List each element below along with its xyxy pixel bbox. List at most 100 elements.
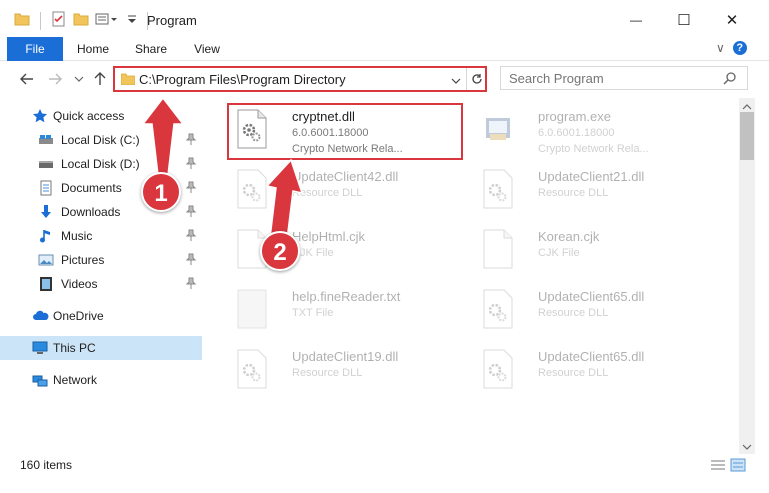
item-count: 160 items: [20, 458, 73, 472]
view-toggles: [710, 458, 746, 475]
file-item[interactable]: UpdateClient19.dll Resource DLL: [228, 342, 468, 398]
annotation-badge-1: 1: [141, 172, 181, 212]
file-description: Crypto Network Rela...: [538, 143, 649, 155]
sidebar-item-videos[interactable]: Videos: [0, 272, 202, 296]
sidebar-item-network[interactable]: Network: [0, 368, 202, 392]
sidebar-item-onedrive[interactable]: OneDrive: [0, 304, 202, 328]
file-name: UpdateClient42.dll: [292, 169, 399, 184]
file-icon: [480, 228, 516, 270]
star-icon: [32, 108, 48, 124]
dll-gear-icon: [234, 348, 270, 390]
downloads-icon: [38, 204, 54, 220]
annotation-badge-2: 2: [260, 231, 300, 271]
tab-home[interactable]: Home: [68, 37, 118, 61]
search-input[interactable]: [509, 70, 709, 86]
sidebar-item-label: Quick access: [53, 109, 125, 123]
up-arrow-icon: [94, 72, 106, 85]
sidebar-item-label: Downloads: [61, 205, 121, 219]
sidebar-item-local-disk-c[interactable]: Local Disk (C:): [0, 128, 202, 152]
sidebar-item-label: OneDrive: [53, 309, 104, 323]
file-type: Resource DLL: [538, 367, 609, 379]
help-icon[interactable]: ?: [732, 41, 747, 55]
file-name: UpdateClient21.dll: [538, 169, 645, 184]
scroll-down-icon[interactable]: [742, 440, 752, 454]
file-version: 6.0.6001.18000: [538, 127, 615, 139]
large-icons-view-icon[interactable]: [730, 458, 746, 475]
file-item[interactable]: UpdateClient65.dll Resource DLL: [474, 342, 714, 398]
refresh-button[interactable]: [466, 68, 486, 90]
dll-gear-icon: [480, 288, 516, 330]
maximize-button[interactable]: ☐: [662, 4, 706, 36]
tab-file[interactable]: File: [7, 37, 63, 61]
drive-icon: [38, 156, 54, 172]
ribbon-controls: ∨ ?: [716, 41, 747, 55]
back-arrow-icon: [20, 73, 33, 85]
minimize-button[interactable]: —: [614, 4, 658, 36]
sidebar-item-this-pc[interactable]: This PC: [0, 336, 202, 360]
highlight-box: [227, 103, 463, 160]
up-button[interactable]: [91, 70, 109, 88]
pin-icon[interactable]: [185, 157, 197, 172]
sidebar-item-label: Pictures: [61, 253, 105, 267]
sidebar-item-pictures[interactable]: Pictures: [0, 248, 202, 272]
folder-icon: [14, 12, 30, 29]
pin-icon[interactable]: [185, 253, 197, 268]
chevron-down-icon: [74, 76, 84, 82]
dll-gear-icon: [234, 168, 270, 210]
network-icon: [32, 372, 48, 388]
file-item-program-exe[interactable]: program.exe 6.0.6001.18000 Crypto Networ…: [474, 102, 714, 158]
tab-share[interactable]: Share: [128, 37, 174, 61]
recent-locations-button[interactable]: [70, 70, 88, 88]
qat-dropdown-icon[interactable]: [127, 13, 137, 28]
sidebar-item-label: Local Disk (C:): [61, 133, 140, 147]
pin-icon[interactable]: [185, 229, 197, 244]
sidebar-item-local-disk-d[interactable]: Local Disk (D:): [0, 152, 202, 176]
file-type: TXT File: [292, 307, 334, 319]
forward-button[interactable]: [46, 70, 64, 88]
computer-icon: [32, 340, 48, 356]
sidebar-item-quick-access[interactable]: Quick access: [0, 104, 202, 128]
file-item[interactable]: UpdateClient21.dll Resource DLL: [474, 162, 714, 218]
sidebar-item-label: Network: [53, 373, 98, 387]
sidebar-item-label: Videos: [61, 277, 98, 291]
file-item[interactable]: Korean.cjk CJK File: [474, 222, 714, 278]
quick-access-toolbar: [14, 11, 152, 30]
pin-icon[interactable]: [185, 205, 197, 220]
sidebar-item-label: Local Disk (D:): [61, 157, 140, 171]
navigation-pane: Quick access Local Disk (C:) Local Disk …: [0, 100, 205, 450]
file-name: UpdateClient19.dll: [292, 349, 399, 364]
pin-icon[interactable]: [185, 133, 197, 148]
search-box[interactable]: [500, 66, 748, 90]
chevron-down-icon[interactable]: [451, 74, 461, 88]
file-type: CJK File: [538, 247, 580, 259]
properties-icon[interactable]: [51, 11, 67, 30]
sidebar-item-music[interactable]: Music: [0, 224, 202, 248]
videos-icon: [38, 276, 54, 292]
file-name: UpdateClient65.dll: [538, 289, 645, 304]
file-type: Resource DLL: [292, 367, 363, 379]
vertical-scrollbar[interactable]: [739, 98, 755, 454]
maximize-icon: ☐: [677, 12, 691, 29]
tab-view[interactable]: View: [184, 37, 230, 61]
file-type: Resource DLL: [538, 187, 609, 199]
address-bar[interactable]: C:\Program Files\Program Directory: [113, 66, 487, 92]
expand-ribbon-icon[interactable]: ∨: [716, 41, 725, 55]
address-path: C:\Program Files\Program Directory: [139, 72, 346, 87]
documents-icon: [38, 180, 54, 196]
refresh-icon: [471, 74, 482, 84]
sidebar-item-label: This PC: [53, 341, 96, 355]
new-folder-icon[interactable]: [73, 12, 89, 29]
close-button[interactable]: ✕: [710, 4, 754, 36]
file-item[interactable]: help.fineReader.txt TXT File: [228, 282, 468, 338]
file-name: help.fineReader.txt: [292, 289, 401, 304]
details-view-icon[interactable]: [710, 458, 726, 475]
file-item[interactable]: UpdateClient65.dll Resource DLL: [474, 282, 714, 338]
search-icon[interactable]: [723, 71, 737, 88]
scrollbar-thumb[interactable]: [740, 112, 754, 160]
pin-icon[interactable]: [185, 181, 197, 196]
back-button[interactable]: [18, 70, 36, 88]
file-type: Resource DLL: [538, 307, 609, 319]
customize-toolbar-icon[interactable]: [95, 12, 121, 29]
file-item[interactable]: UpdateClient42.dll Resource DLL: [228, 162, 468, 218]
pin-icon[interactable]: [185, 277, 197, 292]
